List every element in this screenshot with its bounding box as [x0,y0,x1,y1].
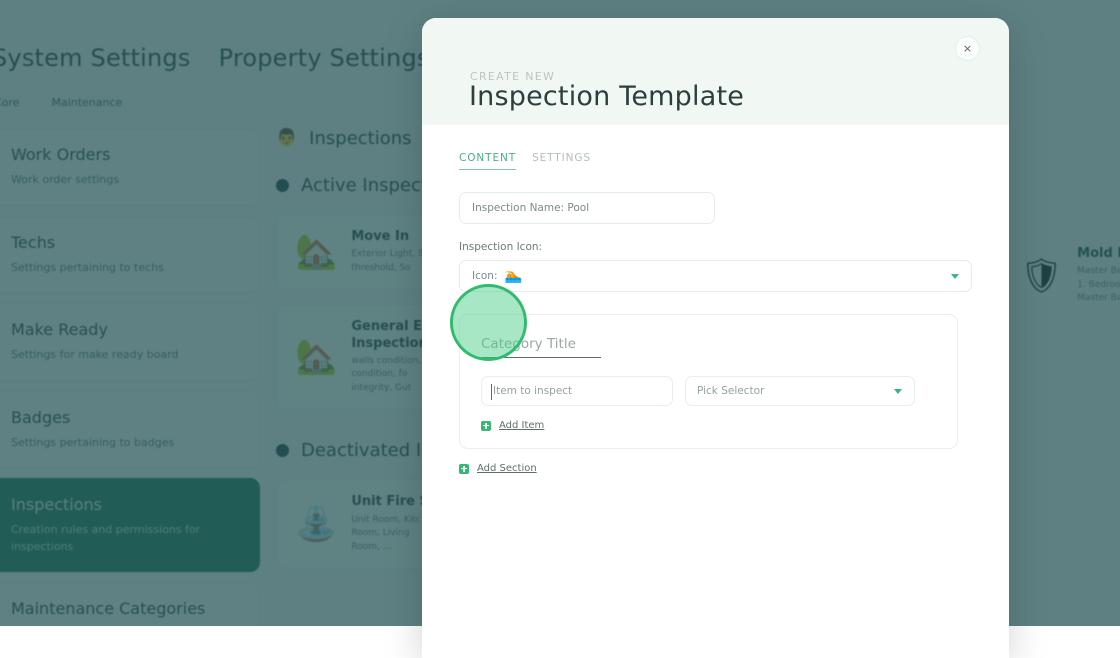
add-item-button[interactable]: Add Item [481,420,936,431]
add-section-button[interactable]: Add Section [459,463,1009,474]
modal-tabs: CONTENT SETTINGS [422,125,1009,170]
pick-selector-dropdown[interactable]: Pick Selector [685,376,915,406]
inspection-icon-label: Inspection Icon: [459,241,1009,253]
plus-icon [459,464,469,474]
modal-title: Inspection Template [469,81,744,112]
text-cursor [491,384,492,400]
inspection-icon-select-label: Icon: [472,270,498,282]
close-icon[interactable]: × [955,36,980,61]
category-section: Category Title Item to inspect Pick Sele… [459,314,958,449]
tab-settings[interactable]: SETTINGS [532,152,591,170]
pool-icon: 🏊 [505,269,522,283]
add-section-label: Add Section [477,463,537,474]
pick-selector-label: Pick Selector [697,385,764,397]
inspection-name-value: Inspection Name: Pool [472,202,589,214]
item-to-inspect-input[interactable]: Item to inspect [481,376,673,406]
item-row: Item to inspect Pick Selector [481,376,936,406]
inspection-icon-select[interactable]: Icon: 🏊 [459,260,972,292]
item-to-inspect-placeholder: Item to inspect [493,385,572,397]
modal-body: CONTENT SETTINGS Inspection Name: Pool I… [422,125,1009,474]
tab-content[interactable]: CONTENT [459,152,516,170]
create-inspection-template-modal: CREATE NEW Inspection Template × CONTENT… [422,18,1009,658]
chevron-down-icon [951,274,959,279]
inspection-name-input[interactable]: Inspection Name: Pool [459,192,715,224]
category-title-input[interactable]: Category Title [481,336,601,358]
plus-icon [481,421,491,431]
modal-header: CREATE NEW Inspection Template × [422,18,1009,125]
chevron-down-icon [894,389,902,394]
add-item-label: Add Item [499,420,544,431]
